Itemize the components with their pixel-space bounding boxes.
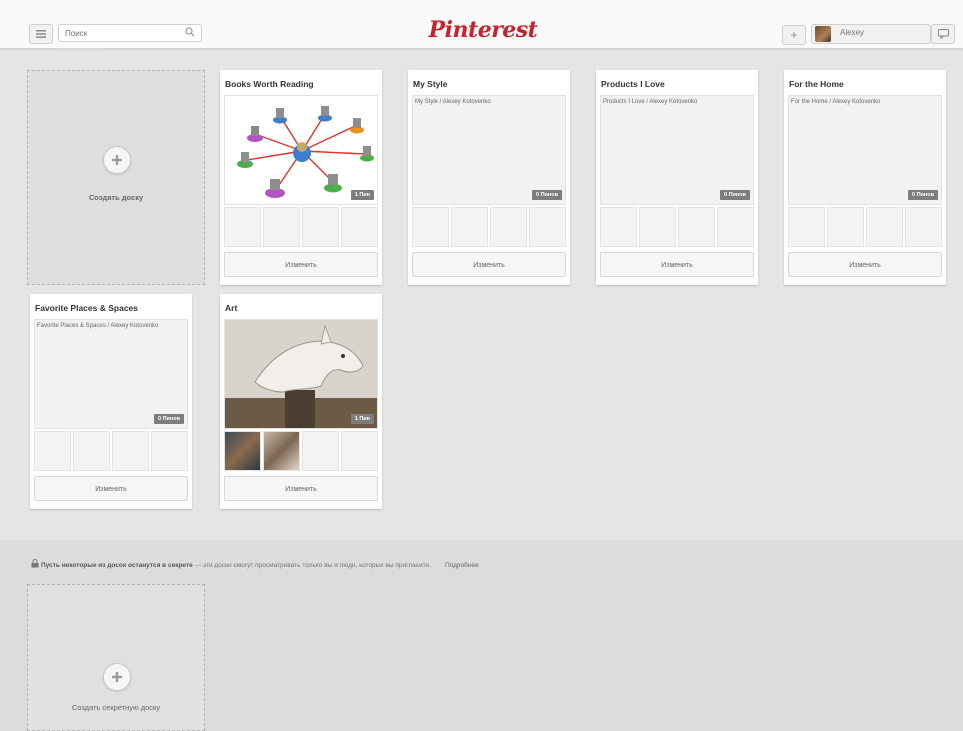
thumbnail [224,207,261,247]
board-card[interactable]: My Style My Style / Alexey Kotovenko 0 П… [408,70,570,285]
board-title[interactable]: Books Worth Reading [225,79,314,89]
thumbnail [827,207,864,247]
board-card[interactable]: Products I Love Products I Love / Alexey… [596,70,758,285]
board-cover[interactable]: Products I Love / Alexey Kotovenko 0 Пин… [600,95,754,205]
secret-boards-note: Пусть некоторые из досок останутся в сек… [31,559,479,569]
create-secret-board-label: Создать секретную доску [71,703,161,712]
board-title[interactable]: Art [225,303,237,313]
board-title[interactable]: For the Home [789,79,844,89]
avatar [815,26,831,42]
search-box[interactable] [58,24,202,42]
pin-count-badge: 0 Пинов [908,190,938,200]
thumbnail [263,207,300,247]
pin-count-badge: 1 Пин [350,414,374,424]
pin-count-badge: 1 Пин [350,190,374,200]
board-thumbnails [34,431,188,471]
board-card[interactable]: For the Home For the Home / Alexey Kotov… [784,70,946,285]
board-cover[interactable]: 1 Пин [224,95,378,205]
board-thumbnails [224,207,378,247]
pin-count-badge: 0 Пинов [154,414,184,424]
edit-board-button[interactable]: Изменить [34,476,188,501]
thumbnail [529,207,566,247]
network-illustration [237,106,374,198]
board-caption: My Style / Alexey Kotovenko [415,99,491,105]
edit-board-button[interactable]: Изменить [788,252,942,277]
board-card[interactable]: Art 1 Пин Изменить [220,294,382,509]
pinterest-logo[interactable]: Pinterest [418,17,548,43]
board-card[interactable]: Favorite Places & Spaces Favorite Places… [30,294,192,509]
speech-bubble-icon [937,29,949,39]
thumbnail [302,431,339,471]
thumbnail [224,431,261,471]
plus-icon: + [790,28,798,42]
menu-icon [36,30,46,38]
user-name: Alexey [840,28,865,37]
create-board-label: Создать доску [88,193,144,202]
board-card[interactable]: Books Worth Reading 1 Пин Изменить [220,70,382,285]
secret-note-text: — эти доски смогут просматривать только … [192,562,431,569]
board-cover[interactable]: My Style / Alexey Kotovenko 0 Пинов [412,95,566,205]
thumbnail [34,431,71,471]
user-menu-button[interactable]: Alexey [811,24,931,44]
create-secret-board-tile[interactable]: Создать секретную доску [27,584,205,731]
board-cover[interactable]: 1 Пин [224,319,378,429]
edit-board-button[interactable]: Изменить [224,476,378,501]
menu-button[interactable] [29,24,53,44]
board-title[interactable]: My Style [413,79,448,89]
thumbnail [490,207,527,247]
thumbnail [639,207,676,247]
top-bar: Pinterest + Alexey [0,0,963,49]
board-cover[interactable]: Favorite Places & Spaces / Alexey Kotove… [34,319,188,429]
create-board-tile[interactable]: Создать доску [27,70,205,285]
thumbnail [112,431,149,471]
thumbnail [302,207,339,247]
board-thumbnails [600,207,754,247]
board-thumbnails [224,431,378,471]
thumbnail [151,431,188,471]
plus-icon [103,663,131,691]
thumbnail [600,207,637,247]
thumbnail [263,431,300,471]
search-icon[interactable] [185,27,195,37]
board-thumbnails [788,207,942,247]
horse-sculpture-image [225,320,377,428]
add-pin-button[interactable]: + [782,25,806,45]
thumbnail [717,207,754,247]
thumbnail [412,207,449,247]
edit-board-button[interactable]: Изменить [412,252,566,277]
thumbnail [866,207,903,247]
secret-note-bold: Пусть некоторые из досок останутся в сек… [41,562,193,569]
thumbnail [451,207,488,247]
edit-board-button[interactable]: Изменить [224,252,378,277]
edit-board-button[interactable]: Изменить [600,252,754,277]
plus-icon [103,146,131,174]
search-input[interactable] [65,26,175,40]
thumbnail [678,207,715,247]
board-caption: Products I Love / Alexey Kotovenko [603,99,698,105]
board-cover[interactable]: For the Home / Alexey Kotovenko 0 Пинов [788,95,942,205]
pin-count-badge: 0 Пинов [720,190,750,200]
thumbnail [341,207,378,247]
thumbnail [905,207,942,247]
pin-count-badge: 0 Пинов [532,190,562,200]
thumbnail [73,431,110,471]
board-thumbnails [412,207,566,247]
learn-more-link[interactable]: Подробнее [445,562,479,569]
notifications-button[interactable] [931,24,955,44]
header-divider [60,49,104,51]
board-caption: For the Home / Alexey Kotovenko [791,99,881,105]
board-title[interactable]: Favorite Places & Spaces [35,303,138,313]
board-title[interactable]: Products I Love [601,79,665,89]
board-caption: Favorite Places & Spaces / Alexey Kotove… [37,323,159,329]
lock-icon [31,559,39,568]
thumbnail [788,207,825,247]
thumbnail [341,431,378,471]
